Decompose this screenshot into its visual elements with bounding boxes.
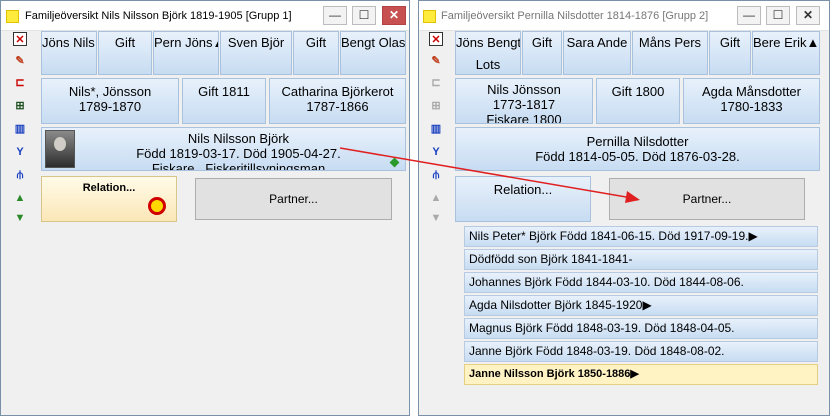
annotation-arrow xyxy=(339,147,640,203)
arrow-line xyxy=(339,147,633,199)
arrow-head-icon xyxy=(625,191,640,203)
